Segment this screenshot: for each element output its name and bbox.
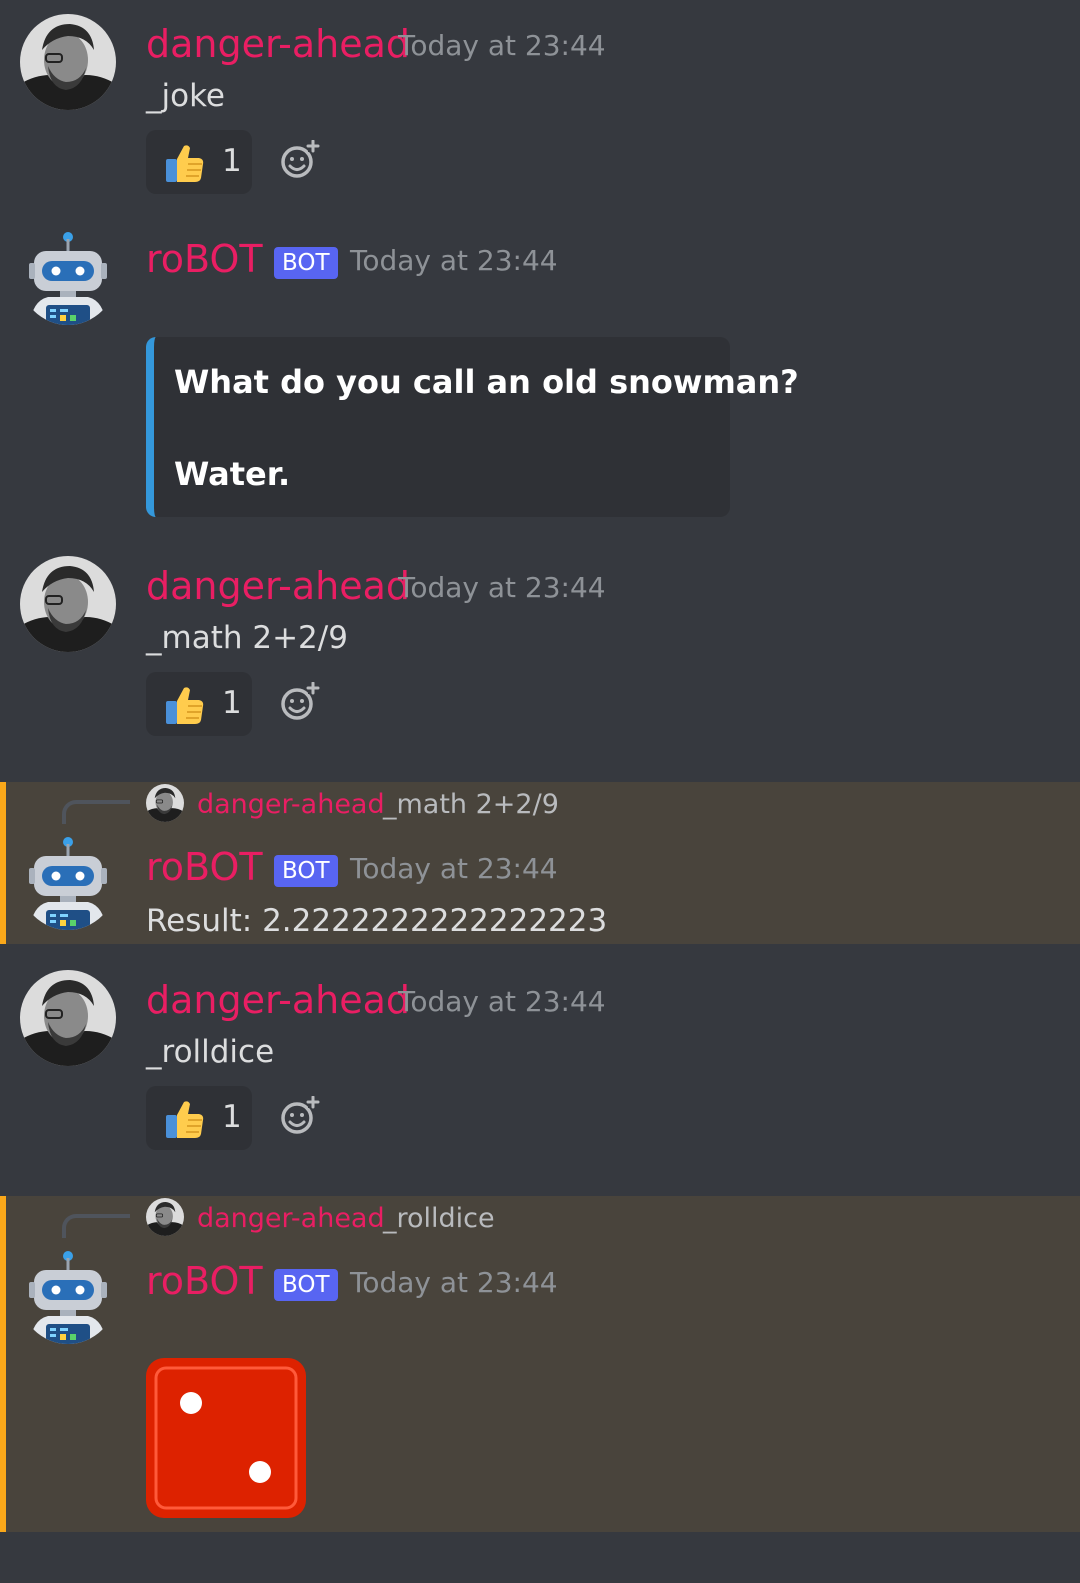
bot-badge: BOT [274, 247, 338, 279]
message-author[interactable]: roBOT [146, 1262, 263, 1300]
reply-content[interactable]: _rolldice [383, 1205, 495, 1232]
user-avatar[interactable] [20, 970, 116, 1066]
message-content: _rolldice [146, 1034, 275, 1070]
embed-line: Water. [174, 455, 291, 493]
reaction-thumbs-up[interactable]: 1 [146, 1086, 252, 1150]
reaction-count: 1 [222, 685, 242, 721]
message-author[interactable]: roBOT [146, 240, 263, 278]
message: danger-ahead Today at 23:44 _math 2+2/9 … [0, 542, 1080, 782]
dice-image[interactable] [146, 1358, 306, 1518]
bot-avatar[interactable] [20, 1248, 116, 1344]
bot-badge: BOT [274, 1269, 338, 1301]
thumbs-up-icon [164, 1098, 206, 1140]
reply-content[interactable]: _math 2+2/9 [383, 791, 559, 818]
message: danger-ahead Today at 23:44 _joke 1 [0, 0, 1080, 215]
bot-avatar[interactable] [20, 834, 116, 930]
thumbs-up-icon [164, 142, 206, 184]
message-timestamp: Today at 23:44 [350, 852, 558, 885]
reaction-thumbs-up[interactable]: 1 [146, 130, 252, 194]
message-mention: danger-ahead _math 2+2/9 roBOT BOT Today… [0, 782, 1080, 944]
message-timestamp: Today at 23:44 [350, 244, 558, 277]
reply-author[interactable]: danger-ahead [197, 791, 385, 818]
bot-badge: BOT [274, 855, 338, 887]
message-author[interactable]: danger-ahead [146, 567, 410, 605]
reaction-count: 1 [222, 143, 242, 179]
message-content: _math 2+2/9 [146, 620, 348, 656]
reply-author[interactable]: danger-ahead [197, 1205, 385, 1232]
embed-line: What do you call an old snowman? [174, 363, 799, 401]
reply-avatar[interactable] [146, 784, 184, 822]
reaction-thumbs-up[interactable]: 1 [146, 672, 252, 736]
thumbs-up-icon [164, 684, 206, 726]
user-avatar[interactable] [20, 556, 116, 652]
message-timestamp: Today at 23:44 [398, 985, 606, 1018]
message-content: Result: 2.2222222222222223 [146, 903, 608, 939]
bot-avatar[interactable] [20, 229, 116, 325]
message: roBOT BOT Today at 23:44 What do you cal… [0, 215, 1080, 540]
add-reaction-icon[interactable] [280, 140, 320, 180]
message-content: _joke [146, 78, 225, 114]
reply-avatar[interactable] [146, 1198, 184, 1236]
message-timestamp: Today at 23:44 [398, 29, 606, 62]
embed: What do you call an old snowman? Water. [146, 337, 799, 517]
message-timestamp: Today at 23:44 [398, 571, 606, 604]
add-reaction-icon[interactable] [280, 682, 320, 722]
message: danger-ahead Today at 23:44 _rolldice 1 [0, 956, 1080, 1196]
add-reaction-icon[interactable] [280, 1096, 320, 1136]
message-author[interactable]: danger-ahead [146, 25, 410, 63]
user-avatar[interactable] [20, 14, 116, 110]
message-mention: danger-ahead _rolldice roBOT BOT Today a… [0, 1196, 1080, 1532]
reply-connector [62, 1214, 130, 1238]
reply-connector [62, 800, 130, 824]
reaction-count: 1 [222, 1099, 242, 1135]
message-author[interactable]: roBOT [146, 848, 263, 886]
message-timestamp: Today at 23:44 [350, 1266, 558, 1299]
message-author[interactable]: danger-ahead [146, 981, 410, 1019]
